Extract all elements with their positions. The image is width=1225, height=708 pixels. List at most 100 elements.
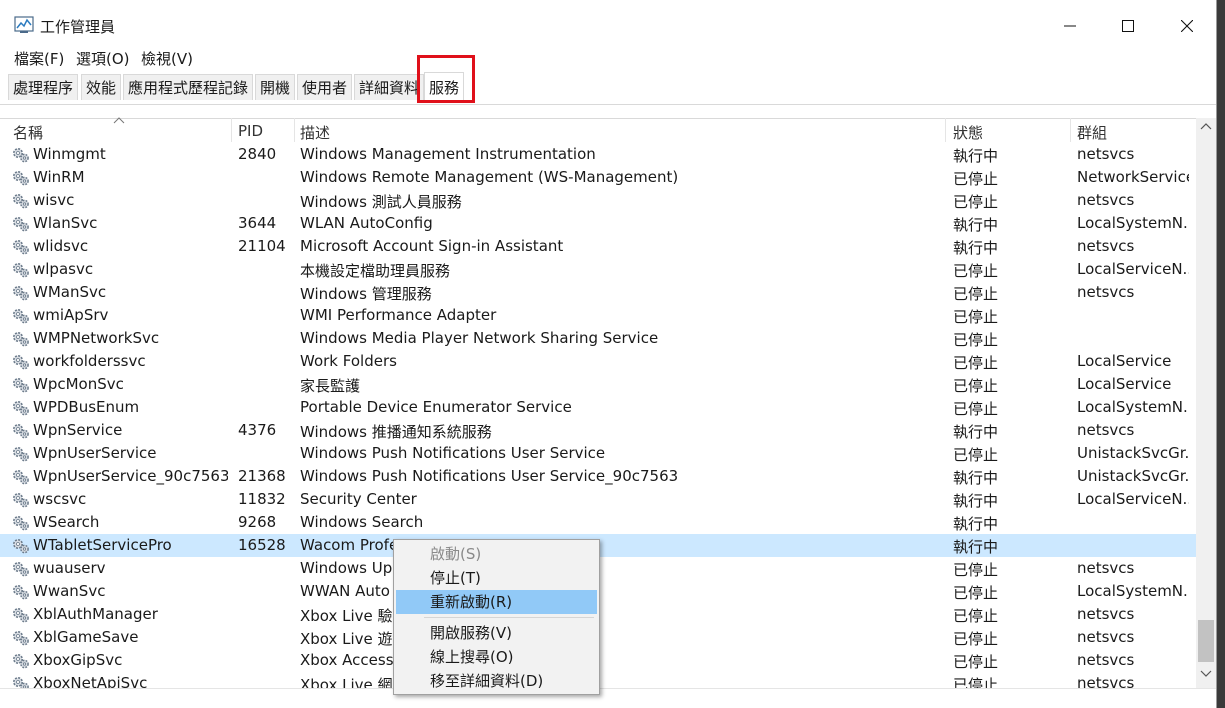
- tab-details[interactable]: 詳細資料: [354, 74, 425, 100]
- service-name: WpcMonSvc: [33, 375, 124, 393]
- menu-options[interactable]: 選項(O): [76, 48, 130, 69]
- service-group: LocalSystemN...: [1077, 398, 1189, 416]
- minimize-icon: [1064, 25, 1076, 27]
- menu-item-open-services[interactable]: 開啟服務(V): [396, 621, 597, 645]
- table-row[interactable]: WManSvc Windows 管理服務 已停止 netsvcs: [0, 281, 1196, 304]
- menu-item-restart[interactable]: 重新啟動(R): [396, 590, 597, 614]
- table-row[interactable]: Winmgmt 2840 Windows Management Instrument…: [0, 143, 1196, 166]
- column-divider[interactable]: [231, 118, 232, 142]
- tab-startup[interactable]: 開機: [255, 74, 296, 100]
- service-status: 已停止: [953, 193, 999, 211]
- tab-app-history[interactable]: 應用程式歷程記錄: [123, 74, 254, 100]
- service-pid: 4376: [238, 421, 277, 439]
- table-row[interactable]: WpnService 4376 Windows 推播通知系統服務 執行中 netsvcs: [0, 419, 1196, 442]
- service-status: 已停止: [953, 331, 999, 349]
- menu-bar: 檔案(F) 選項(O) 檢視(V): [0, 44, 1216, 68]
- table-row[interactable]: workfolderssvc Work Folders 已停止 LocalServic…: [0, 350, 1196, 373]
- service-gear-icon: [11, 514, 31, 532]
- header-group[interactable]: 群組: [1077, 122, 1107, 143]
- service-group: LocalServiceN...: [1077, 260, 1189, 278]
- vertical-scrollbar[interactable]: [1196, 118, 1216, 688]
- menu-item-stop[interactable]: 停止(T): [396, 566, 597, 590]
- service-status: 已停止: [953, 584, 999, 602]
- table-row[interactable]: wmiApSrv WMI Performance Adapter 已停止: [0, 304, 1196, 327]
- service-description: Windows 推播通知系統服務: [300, 423, 492, 441]
- header-pid[interactable]: PID: [238, 122, 263, 140]
- service-gear-icon: [11, 307, 31, 325]
- service-gear-icon: [11, 445, 31, 463]
- table-row[interactable]: wisvc Windows 測試人員服務 已停止 netsvcs: [0, 189, 1196, 212]
- service-pid: 9268: [238, 513, 277, 531]
- service-name: workfolderssvc: [33, 352, 146, 370]
- menu-item-search-online[interactable]: 線上搜尋(O): [396, 645, 597, 669]
- close-icon: [1181, 20, 1193, 32]
- close-button[interactable]: [1158, 8, 1216, 44]
- column-divider[interactable]: [294, 118, 295, 142]
- service-gear-icon: [11, 238, 31, 256]
- service-gear-icon: [11, 169, 31, 187]
- scroll-up-icon[interactable]: [1200, 122, 1212, 130]
- maximize-icon: [1122, 20, 1134, 32]
- service-description: Windows Search: [300, 513, 424, 531]
- header-spacer: [0, 104, 1216, 119]
- table-row[interactable]: wscsvc 11832 Security Center 執行中 LocalServic…: [0, 488, 1196, 511]
- service-pid: 21104: [238, 237, 286, 255]
- service-group: netsvcs: [1077, 145, 1135, 163]
- table-row[interactable]: WpnUserService Windows Push Notifications…: [0, 442, 1196, 465]
- column-divider[interactable]: [945, 118, 946, 142]
- service-status: 已停止: [953, 285, 999, 303]
- table-row[interactable]: WMPNetworkSvc Windows Media Player Networ…: [0, 327, 1196, 350]
- minimize-button[interactable]: [1041, 8, 1099, 44]
- service-status: 執行中: [953, 469, 999, 487]
- service-description: Windows Push Notifications User Service: [300, 444, 606, 462]
- menu-item-go-to-details[interactable]: 移至詳細資料(D): [396, 669, 597, 693]
- table-row[interactable]: WlanSvc 3644 WLAN AutoConfig 執行中 LocalSystem…: [0, 212, 1196, 235]
- task-manager-icon: [14, 16, 34, 33]
- tab-bar: 處理程序 效能 應用程式歷程記錄 開機 使用者 詳細資料 服務: [0, 68, 1216, 105]
- service-name: WpnService: [33, 421, 123, 439]
- service-name: WwanSvc: [33, 582, 106, 600]
- header-description[interactable]: 描述: [300, 122, 330, 143]
- service-description: Windows Remote Management (WS-Management…: [300, 168, 679, 186]
- service-group: netsvcs: [1077, 605, 1135, 623]
- scrollbar-thumb[interactable]: [1198, 620, 1214, 662]
- table-row[interactable]: WinRM Windows Remote Management (WS-Manag…: [0, 166, 1196, 189]
- table-row[interactable]: WPDBusEnum Portable Device Enumerator Ser…: [0, 396, 1196, 419]
- service-pid: 3644: [238, 214, 277, 232]
- service-gear-icon: [11, 468, 31, 486]
- service-pid: 11832: [238, 490, 286, 508]
- service-group: UnistackSvcGr...: [1077, 467, 1189, 485]
- table-row[interactable]: WSearch 9268 Windows Search 執行中: [0, 511, 1196, 534]
- column-divider[interactable]: [1070, 118, 1071, 142]
- menu-file[interactable]: 檔案(F): [14, 48, 64, 69]
- menu-view[interactable]: 檢視(V): [141, 48, 193, 69]
- service-name: wmiApSrv: [33, 306, 109, 324]
- service-group: netsvcs: [1077, 559, 1135, 577]
- header-name[interactable]: 名稱: [13, 122, 43, 143]
- service-name: wscsvc: [33, 490, 87, 508]
- service-description: Windows 測試人員服務: [300, 193, 462, 211]
- table-row[interactable]: WpcMonSvc 家長監護 已停止 LocalService: [0, 373, 1196, 396]
- service-status: 執行中: [953, 239, 999, 257]
- maximize-button[interactable]: [1099, 8, 1157, 44]
- service-group: LocalSystemN...: [1077, 582, 1189, 600]
- menu-item-start[interactable]: 啟動(S): [396, 542, 597, 566]
- header-status[interactable]: 狀態: [953, 122, 983, 143]
- table-row[interactable]: wlpasvc 本機設定檔助理員服務 已停止 LocalServiceN...: [0, 258, 1196, 281]
- service-group: LocalService: [1077, 352, 1172, 370]
- scroll-down-icon[interactable]: [1200, 670, 1212, 678]
- service-group: netsvcs: [1077, 237, 1135, 255]
- title-bar[interactable]: 工作管理員: [0, 0, 1216, 44]
- table-row[interactable]: WpnUserService_90c7563 21368 Windows Push …: [0, 465, 1196, 488]
- service-name: WpnUserService_90c7563: [33, 467, 228, 485]
- table-row[interactable]: wlidsvc 21104 Microsoft Account Sign-in As…: [0, 235, 1196, 258]
- service-pid: 21368: [238, 467, 286, 485]
- service-status: 已停止: [953, 561, 999, 579]
- service-gear-icon: [11, 261, 31, 279]
- tab-performance[interactable]: 效能: [81, 74, 122, 100]
- service-status: 已停止: [953, 262, 999, 280]
- tab-processes[interactable]: 處理程序: [8, 74, 79, 100]
- service-status: 執行中: [953, 216, 999, 234]
- service-description: Windows 管理服務: [300, 285, 432, 303]
- tab-users[interactable]: 使用者: [297, 74, 353, 100]
